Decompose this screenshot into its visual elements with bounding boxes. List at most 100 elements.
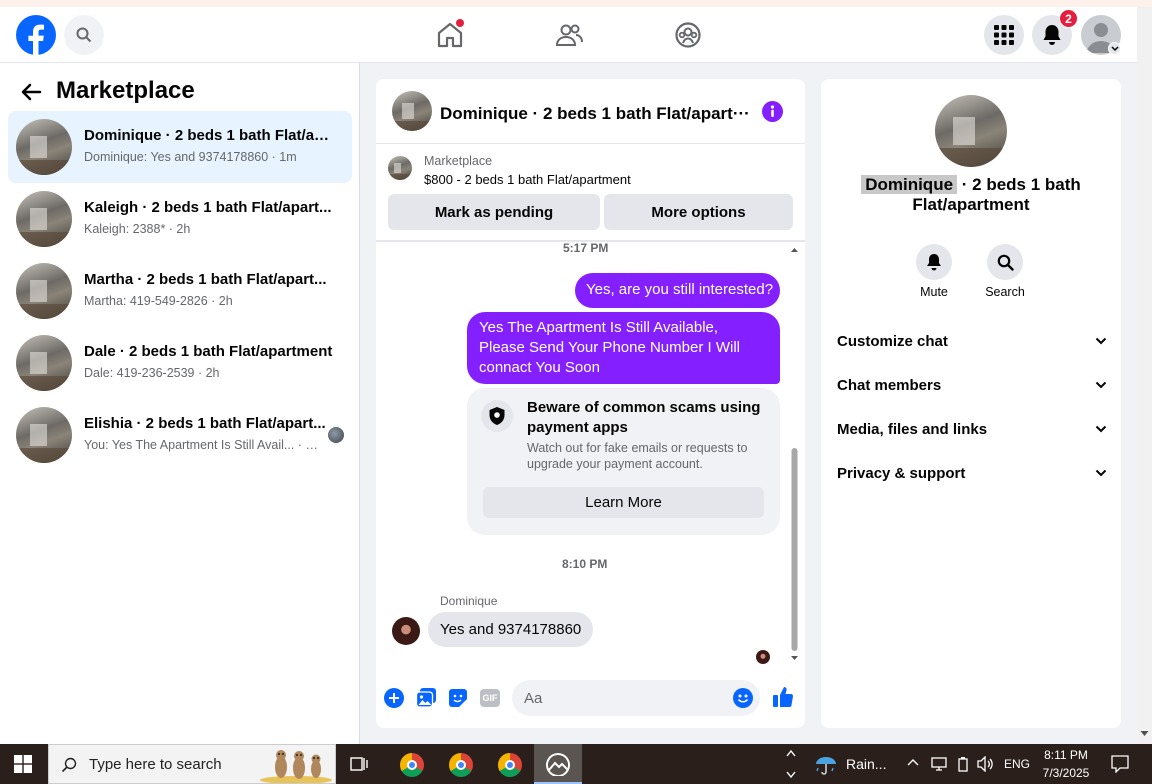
taskbar-search-placeholder: Type here to search	[89, 756, 222, 773]
friends-icon[interactable]	[555, 21, 583, 49]
chevron-down-icon	[1095, 381, 1107, 389]
conversation-item-kaleigh[interactable]: Kaleigh · 2 beds 1 bath Flat/apart... Ka…	[8, 183, 352, 255]
notification-center-icon[interactable]	[1111, 755, 1129, 773]
conversation-title: Kaleigh · 2 beds 1 bath Flat/apart...	[84, 199, 332, 216]
taskbar-scroll-icon[interactable]	[784, 746, 798, 782]
info-name-rest: · 2 beds 1 bath	[957, 175, 1081, 194]
clock-date[interactable]: 7/3/2025	[1036, 766, 1096, 780]
info-icon[interactable]	[762, 101, 783, 122]
volume-icon[interactable]	[977, 756, 995, 772]
sidebar-title: Marketplace	[56, 77, 195, 104]
search-icon[interactable]	[64, 15, 104, 55]
timestamp: 5:17 PM	[563, 241, 609, 255]
task-view-icon[interactable]	[350, 755, 370, 773]
tray-chevron-up-icon[interactable]	[907, 758, 919, 770]
photos-app-icon	[546, 753, 570, 776]
search-label: Search	[985, 285, 1025, 299]
conversation-preview: You: Yes The Apartment Is Still Avail...…	[84, 438, 319, 452]
conversation-preview: Dale: 419-236-2539 · 2h	[84, 366, 220, 380]
section-label: Privacy & support	[837, 464, 966, 482]
chat-info-panel: Dominique · 2 beds 1 bath Flat/apartment…	[821, 79, 1121, 728]
listing-thumbnail	[16, 263, 72, 319]
incoming-message[interactable]: Yes and 9374178860	[428, 612, 594, 647]
sender-name: Dominique	[440, 594, 498, 608]
sticker-icon[interactable]	[448, 688, 468, 708]
conversation-preview: Dominique: Yes and 9374178860 · 1m	[84, 150, 297, 164]
mark-as-pending-button[interactable]: Mark as pending	[388, 194, 600, 230]
active-app-tile[interactable]	[534, 744, 582, 784]
chrome-app-icon-1[interactable]	[400, 753, 424, 777]
language-indicator[interactable]: ENG	[1004, 757, 1030, 771]
weather-rain-icon[interactable]	[814, 752, 838, 776]
notification-count-badge: 2	[1059, 9, 1078, 28]
read-receipt-avatar	[756, 650, 770, 664]
listing-name[interactable]: $800 - 2 beds 1 bath Flat/apartment	[424, 172, 631, 187]
seen-avatar	[328, 427, 344, 443]
conversation-title: Martha · 2 beds 1 bath Flat/apart...	[84, 271, 327, 288]
chat-scrollbar[interactable]	[789, 243, 800, 666]
listing-thumbnail	[16, 119, 72, 175]
chat-title[interactable]: Dominique · 2 beds 1 bath Flat/apart···	[440, 104, 750, 124]
section-privacy-support[interactable]: Privacy & support	[837, 461, 1107, 485]
conversation-preview: Kaleigh: 2388* · 2h	[84, 222, 191, 236]
add-attachment-icon[interactable]	[384, 688, 404, 708]
facebook-logo-icon[interactable]	[16, 15, 56, 55]
chevron-down-icon	[1095, 469, 1107, 477]
back-arrow-icon[interactable]	[20, 81, 44, 105]
taskbar-search-box[interactable]: Type here to search	[48, 744, 336, 784]
warning-body: Watch out for fake emails or requests to…	[527, 441, 748, 471]
conversation-item-dominique[interactable]: Dominique · 2 beds 1 bath Flat/ap... Dom…	[8, 111, 352, 183]
learn-more-button[interactable]: Learn More	[483, 487, 764, 518]
windows-start-icon[interactable]	[14, 755, 32, 773]
emoji-icon[interactable]	[733, 688, 753, 708]
account-chevron-down-icon[interactable]	[1108, 42, 1121, 55]
search-highlight-illustration-icon	[259, 747, 333, 783]
listing-small-thumbnail	[388, 156, 412, 180]
section-media-files-links[interactable]: Media, files and links	[837, 417, 1107, 441]
warning-title: Beware of common scams using payment app…	[527, 399, 761, 436]
more-options-button[interactable]: More options	[604, 194, 793, 230]
listing-profile-image[interactable]	[935, 95, 1007, 167]
conversation-title: Dominique · 2 beds 1 bath Flat/ap...	[84, 127, 334, 144]
conversation-item-elishia[interactable]: Elishia · 2 beds 1 bath Flat/apart... Yo…	[8, 399, 352, 471]
network-icon[interactable]	[931, 757, 947, 771]
groups-icon[interactable]	[674, 21, 702, 49]
scam-warning-card: Beware of common scams using payment app…	[467, 388, 780, 535]
info-name-highlight: Dominique	[861, 175, 958, 194]
section-label: Chat members	[837, 376, 942, 394]
gallery-icon[interactable]	[416, 688, 437, 708]
browser-edge	[0, 0, 1152, 7]
thumbs-up-icon[interactable]	[772, 686, 794, 708]
chat-panel: Dominique · 2 beds 1 bath Flat/apart··· …	[376, 79, 805, 728]
windows-taskbar: Type here to search Rain... ENG 8:11 PM …	[0, 744, 1152, 784]
chrome-app-icon-3[interactable]	[498, 753, 522, 777]
message-input-placeholder: Aa	[524, 690, 543, 707]
outgoing-message[interactable]: Yes The Apartment Is Still Available, Pl…	[467, 312, 780, 384]
conversation-title: Elishia · 2 beds 1 bath Flat/apart...	[84, 415, 326, 432]
sender-avatar[interactable]	[392, 617, 420, 645]
battery-icon[interactable]	[957, 756, 969, 772]
search-conversation-icon[interactable]	[987, 244, 1023, 280]
home-icon[interactable]	[436, 19, 464, 49]
mute-bell-icon[interactable]	[916, 244, 952, 280]
conversation-item-martha[interactable]: Martha · 2 beds 1 bath Flat/apart... Mar…	[8, 255, 352, 327]
section-chat-members[interactable]: Chat members	[837, 373, 1107, 397]
gif-icon[interactable]: GIF	[480, 689, 500, 707]
chrome-app-icon-2[interactable]	[449, 753, 473, 777]
message-input[interactable]: Aa	[512, 680, 760, 716]
menu-grid-icon[interactable]	[984, 15, 1024, 55]
chat-listing-thumbnail[interactable]	[392, 91, 432, 131]
section-label: Media, files and links	[837, 420, 988, 438]
listing-thumbnail	[16, 191, 72, 247]
section-label: Customize chat	[837, 332, 948, 350]
weather-label[interactable]: Rain...	[846, 756, 886, 772]
outgoing-message[interactable]: Yes, are you still interested?	[575, 273, 780, 308]
page-scrollbar[interactable]	[1137, 7, 1152, 744]
conversation-item-dale[interactable]: Dale · 2 beds 1 bath Flat/apartment Dale…	[8, 327, 352, 399]
chevron-down-icon	[1095, 337, 1107, 345]
mute-label: Mute	[920, 285, 948, 299]
section-customize-chat[interactable]: Customize chat	[837, 329, 1107, 353]
search-icon	[61, 757, 77, 773]
top-navigation-bar: 2	[0, 7, 1137, 63]
clock-time[interactable]: 8:11 PM	[1036, 748, 1096, 762]
